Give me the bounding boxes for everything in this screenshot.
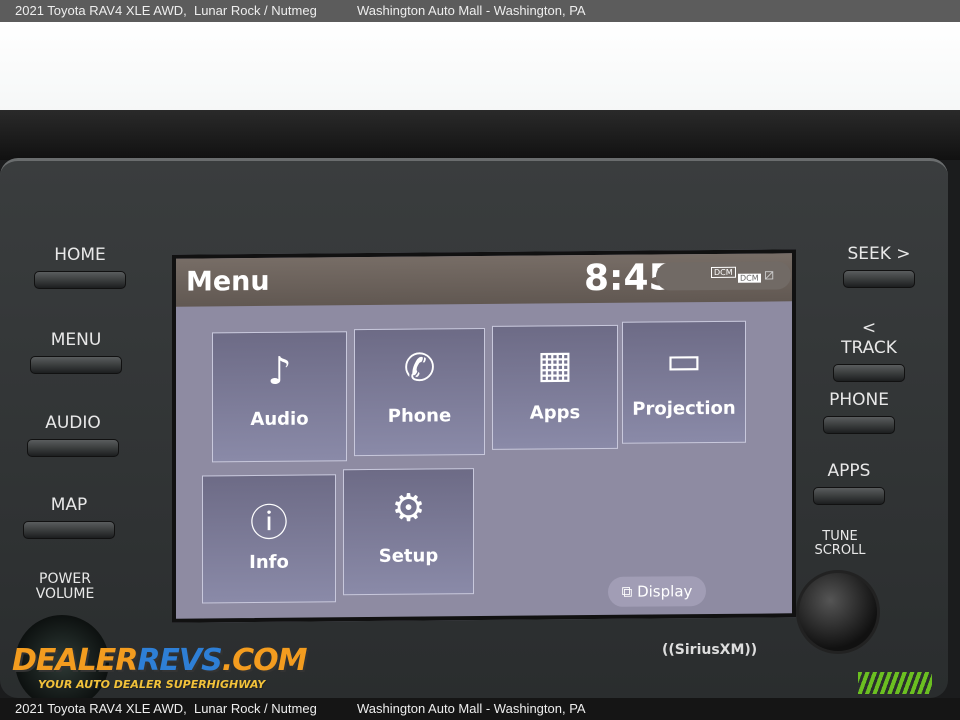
apps-grid-icon: ▦ xyxy=(537,342,573,387)
power-volume-label: POWER VOLUME xyxy=(35,571,95,602)
audio-button[interactable]: AUDIO xyxy=(27,413,119,457)
phone-icon: ✆ xyxy=(403,345,436,390)
menu-bar: Menu 8:45 DCM DCM ⧄ xyxy=(176,253,792,307)
info-icon: ⓘ xyxy=(249,500,288,546)
dealer-name: Washington Auto Mall - Washington, PA xyxy=(357,701,586,716)
touchscreen: Menu 8:45 DCM DCM ⧄ ♪ Audio ✆ Phone ▦ Apps … xyxy=(172,249,796,623)
header-bar: 2021 Toyota RAV4 XLE AWD, Lunar Rock / N… xyxy=(0,0,960,22)
apps-tile[interactable]: ▦ Apps xyxy=(492,324,618,450)
seek-button[interactable]: SEEK > xyxy=(842,244,916,288)
dealerrevs-watermark: DEALERREVS.COM YOUR AUTO DEALER SUPERHIG… xyxy=(12,643,308,691)
home-button[interactable]: HOME xyxy=(34,245,126,289)
background xyxy=(0,22,960,122)
dash-trim xyxy=(0,110,960,160)
setup-tile[interactable]: ⚙ Setup xyxy=(343,468,474,596)
apps-button[interactable]: APPS xyxy=(812,461,886,505)
phone-tile[interactable]: ✆ Phone xyxy=(354,327,485,457)
music-note-icon: ♪ xyxy=(267,348,292,393)
info-tile[interactable]: ⓘ Info xyxy=(202,474,336,604)
dcm-signal-icon: DCM xyxy=(738,273,761,283)
menu-button[interactable]: MENU xyxy=(30,330,122,374)
projection-icon: ▭ xyxy=(666,338,702,383)
display-icon: ⧉ xyxy=(621,582,638,601)
phone-button[interactable]: PHONE xyxy=(822,390,896,434)
audio-tile[interactable]: ♪ Audio xyxy=(212,331,347,463)
siriusxm-logo: ((SiriusXM)) xyxy=(662,642,758,658)
gear-icon: ⚙ xyxy=(391,485,426,530)
no-signal-icon: ⧄ xyxy=(764,264,775,284)
map-button[interactable]: MAP xyxy=(23,495,115,539)
stripes-logo xyxy=(858,672,932,694)
tune-scroll-knob[interactable] xyxy=(796,570,880,654)
vehicle-title: 2021 Toyota RAV4 XLE AWD, Lunar Rock / N… xyxy=(15,3,317,18)
vehicle-title: 2021 Toyota RAV4 XLE AWD, Lunar Rock / N… xyxy=(15,701,317,716)
dealer-name: Washington Auto Mall - Washington, PA xyxy=(357,3,586,18)
status-area: DCM DCM ⧄ xyxy=(656,261,791,291)
display-button[interactable]: ⧉ Display xyxy=(608,576,706,607)
footer-bar: 2021 Toyota RAV4 XLE AWD, Lunar Rock / N… xyxy=(0,698,960,720)
dcm-icon: DCM xyxy=(711,266,736,279)
tune-scroll-label: TUNE SCROLL xyxy=(814,529,866,558)
page-title: Menu xyxy=(186,265,270,298)
track-button[interactable]: < TRACK xyxy=(832,318,906,382)
projection-tile[interactable]: ▭ Projection xyxy=(622,320,746,444)
